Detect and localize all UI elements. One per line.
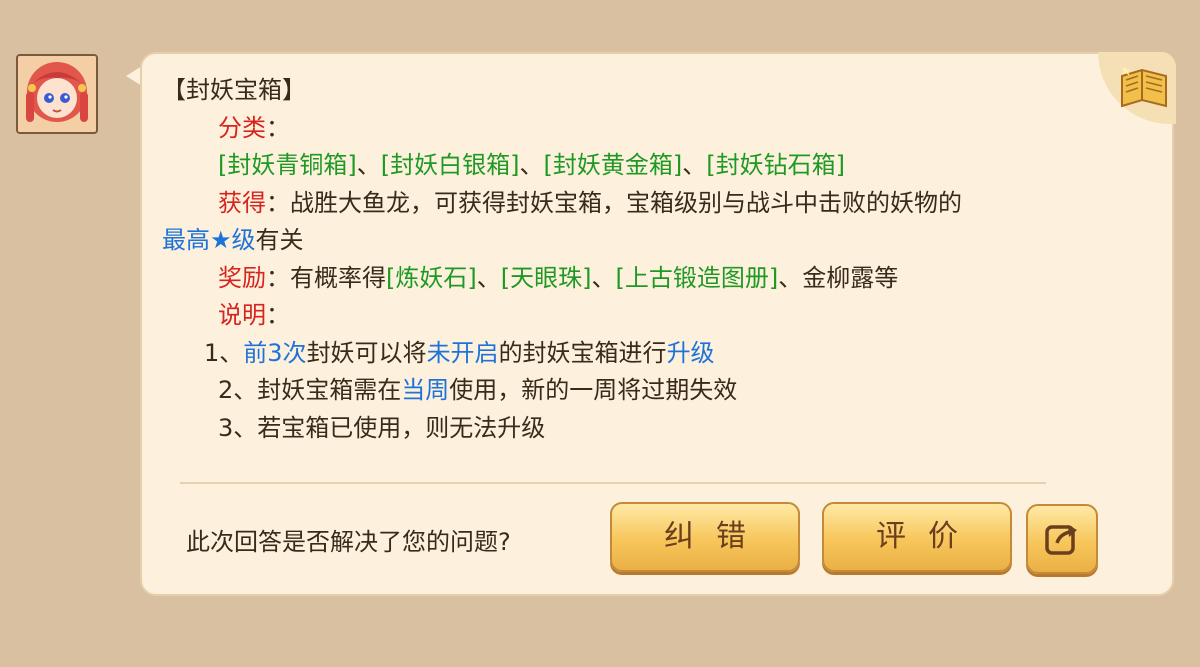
note-3: 3、若宝箱已使用，则无法升级 [218,413,546,442]
category-item[interactable]: [封妖钻石箱] [706,151,845,179]
share-icon [1045,525,1077,555]
notes-label: 说明 [218,301,266,329]
note-1-highlight-2: 未开启 [426,338,499,367]
obtain-label: 获得 [218,188,266,217]
notes-colon: ： [266,301,290,329]
obtain-line: 获得：战胜大鱼龙，可获得封妖宝箱，宝箱级别与战斗中击败的妖物的 [162,185,1122,223]
obtain-text: ：战胜大鱼龙，可获得封妖宝箱，宝箱级别与战斗中击败的妖物的 [266,188,962,217]
note-1-text-1: 封妖可以将 [306,338,427,367]
note-2: 2、封妖宝箱需在当周使用，新的一周将过期失效 [162,372,1122,410]
note-2-text-1: 2、封妖宝箱需在 [218,376,402,404]
answer-content: 【封妖宝箱】 分类： [封妖青铜箱]、[封妖白银箱]、[封妖黄金箱]、[封妖钻石… [162,72,1122,447]
share-button[interactable] [1026,504,1098,574]
category-item[interactable]: [封妖黄金箱] [543,151,682,179]
reward-item[interactable]: [上古锻造图册] [615,264,778,292]
correct-button[interactable]: 纠错 [610,502,800,572]
category-label: 分类 [218,113,266,142]
obtain-line-2: 最高★级有关 [162,222,1122,260]
avatar-girl-icon [18,56,96,132]
book-icon[interactable] [1116,60,1172,112]
rate-button[interactable]: 评价 [822,502,1012,572]
note-1-highlight-3: 升级 [666,338,715,367]
separator: 、 [519,151,544,179]
reward-item[interactable]: [天眼珠] [501,264,592,292]
category-items-line: [封妖青铜箱]、[封妖白银箱]、[封妖黄金箱]、[封妖钻石箱] [162,147,1122,185]
feedback-question: 此次回答是否解决了您的问题? [186,528,511,556]
notes-label-line: 说明： [162,297,1122,335]
reward-line: 奖励：有概率得[炼妖石]、[天眼珠]、[上古锻造图册]、金柳露等 [162,260,1122,298]
note-1: 1、前3次封妖可以将未开启的封妖宝箱进行升级 [162,335,1122,373]
answer-heading: 【封妖宝箱】 [162,76,306,104]
divider [180,482,1046,484]
separator: 、 [591,263,616,292]
separator: 、 [476,263,501,292]
note-1-text-2: 的封妖宝箱进行 [498,338,667,367]
note-1-prefix: 1、 [204,338,244,367]
category-label-line: 分类： [162,110,1122,148]
avatar [16,54,98,134]
category-item[interactable]: [封妖青铜箱] [218,151,357,179]
reward-label: 奖励 [218,263,266,292]
reward-text: ：有概率得 [266,263,386,292]
obtain-text-2: 有关 [255,226,304,254]
note-1-highlight-1: 前3次 [243,338,307,367]
obtain-highlight: 最高★级 [162,226,256,254]
reward-text-2: 、金柳露等 [778,263,899,292]
separator: 、 [356,151,381,179]
category-item[interactable]: [封妖白银箱] [381,151,520,179]
note-2-highlight: 当周 [401,376,450,404]
separator: 、 [682,151,707,179]
note-2-text-2: 使用，新的一周将过期失效 [449,376,738,404]
category-colon: ： [266,113,290,142]
reward-item[interactable]: [炼妖石] [386,264,477,292]
